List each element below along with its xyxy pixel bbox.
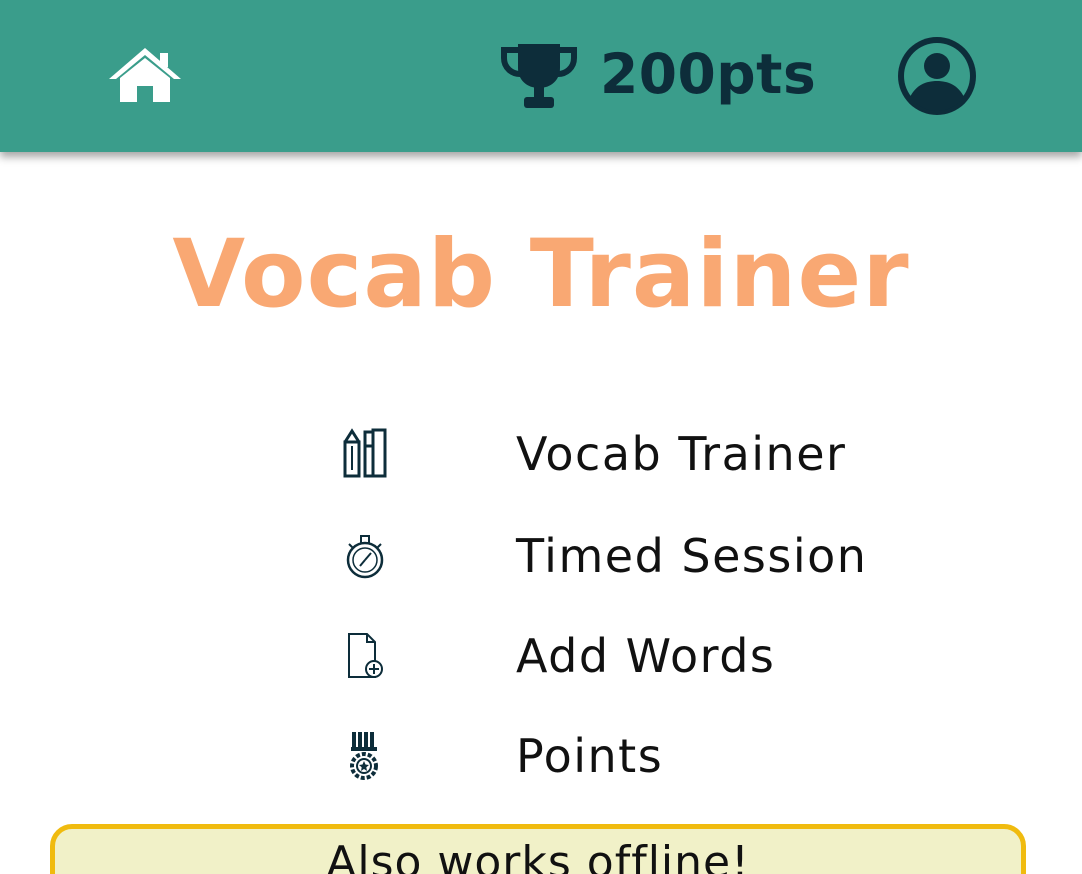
offline-banner-text: Also works offline! xyxy=(326,837,750,874)
menu-item-label: Timed Session xyxy=(516,529,868,583)
menu-item-label: Points xyxy=(516,729,664,783)
menu-item-points[interactable]: Points xyxy=(320,716,940,796)
home-icon xyxy=(109,48,181,102)
add-file-icon xyxy=(320,616,410,696)
offline-banner: Also works offline! xyxy=(50,824,1026,874)
menu-item-vocab-trainer[interactable]: Vocab Trainer xyxy=(320,414,940,494)
profile-button[interactable] xyxy=(896,35,978,117)
points-counter: 200pts xyxy=(600,42,817,106)
menu-item-label: Add Words xyxy=(516,629,776,683)
menu-item-add-words[interactable]: Add Words xyxy=(320,616,940,696)
top-bar: 200pts xyxy=(0,0,1082,152)
menu-item-label: Vocab Trainer xyxy=(516,427,847,481)
home-button[interactable] xyxy=(106,44,184,106)
medal-icon xyxy=(320,716,410,796)
page-title: Vocab Trainer xyxy=(172,220,910,329)
books-icon xyxy=(320,414,410,494)
stopwatch-icon xyxy=(320,516,410,596)
menu-item-timed-session[interactable]: Timed Session xyxy=(320,516,940,596)
trophy-icon xyxy=(501,44,577,108)
app-page: 200pts Vocab Trainer Vocab Trainer Timed… xyxy=(0,0,1082,874)
user-circle-icon xyxy=(898,37,976,115)
